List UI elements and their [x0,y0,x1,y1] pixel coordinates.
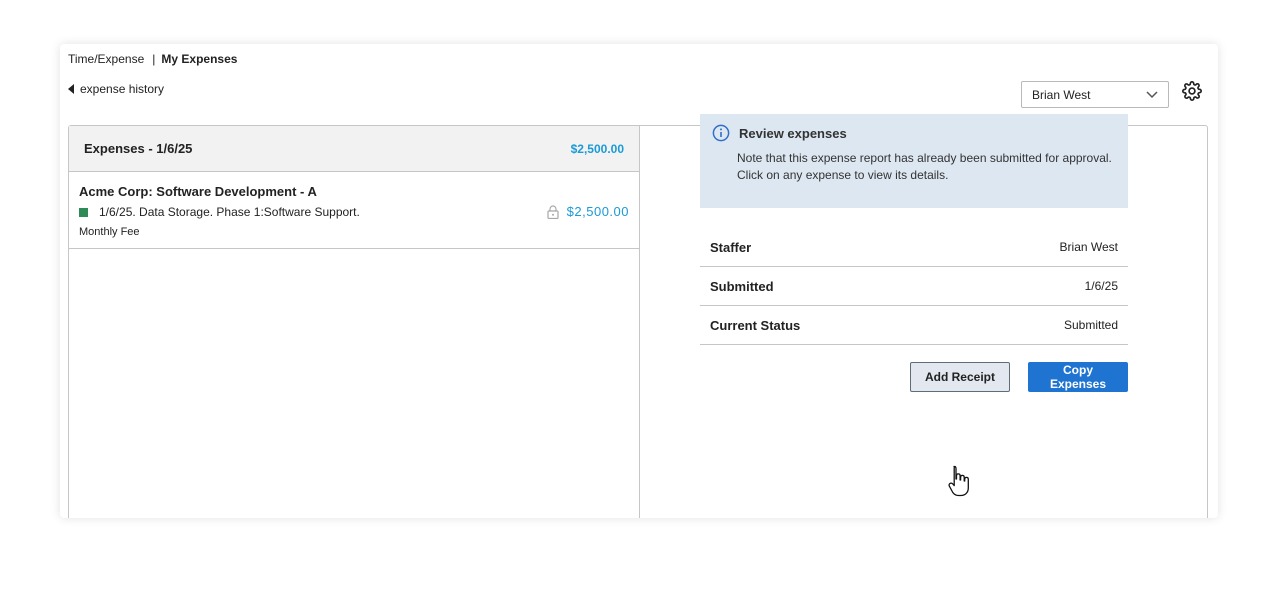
breadcrumb-separator: | [152,52,156,66]
detail-label: Submitted [710,278,774,294]
breadcrumb: Time/Expense | My Expenses [68,52,237,66]
expense-sub: Monthly Fee [79,226,140,238]
detail-row-staffer: Staffer Brian West [700,228,1128,267]
report-details: Staffer Brian West Submitted 1/6/25 Curr… [700,228,1128,345]
expense-item[interactable]: Acme Corp: Software Development - A 1/6/… [69,172,639,249]
breadcrumb-current: My Expenses [161,52,238,66]
status-color-swatch [79,207,88,217]
expense-description: 1/6/25. Data Storage. Phase 1:Software S… [99,205,360,219]
hand-pointer-icon [948,465,969,497]
chevron-down-icon [1146,90,1158,98]
review-expenses-box: Review expenses Note that this expense r… [700,114,1128,208]
expense-project: Acme Corp: Software Development - A [79,184,317,199]
staffer-select-value: Brian West [1032,87,1091,102]
detail-value: 1/6/25 [1084,279,1118,293]
expense-history-link[interactable]: expense history [68,82,164,96]
detail-row-submitted: Submitted 1/6/25 [700,267,1128,306]
expense-history-label: expense history [80,82,165,96]
lock-icon [547,204,559,219]
detail-value: Brian West [1059,240,1118,254]
review-header: Review expenses [712,124,1118,142]
expense-amount: $2,500.00 [566,204,629,219]
expense-list: Expenses - 1/6/25 $2,500.00 Acme Corp: S… [69,126,640,518]
detail-label: Current Status [710,317,801,333]
review-line-2: Click on any expense to view its details… [737,168,949,182]
expenses-card: Time/Expense | My Expenses expense history… [60,44,1218,518]
add-receipt-button[interactable]: Add Receipt [910,362,1010,392]
expense-list-title: Expenses - 1/6/25 [84,141,193,156]
info-icon [712,124,730,142]
expense-list-header: Expenses - 1/6/25 $2,500.00 [69,126,639,172]
detail-row-status: Current Status Submitted [700,306,1128,345]
breadcrumb-parent[interactable]: Time/Expense [68,52,144,66]
gear-icon[interactable] [1182,81,1202,101]
review-title: Review expenses [739,125,847,141]
review-message: Note that this expense report has alread… [737,150,1118,184]
caret-left-icon [68,84,74,94]
expense-list-total: $2,500.00 [570,141,624,156]
staffer-select[interactable]: Brian West [1021,81,1169,108]
detail-label: Staffer [710,239,752,255]
detail-value: Submitted [1063,318,1118,332]
copy-expenses-button[interactable]: Copy Expenses [1028,362,1128,392]
expense-amount-group: $2,500.00 [547,204,629,219]
review-line-1: Note that this expense report has alread… [737,151,1112,165]
